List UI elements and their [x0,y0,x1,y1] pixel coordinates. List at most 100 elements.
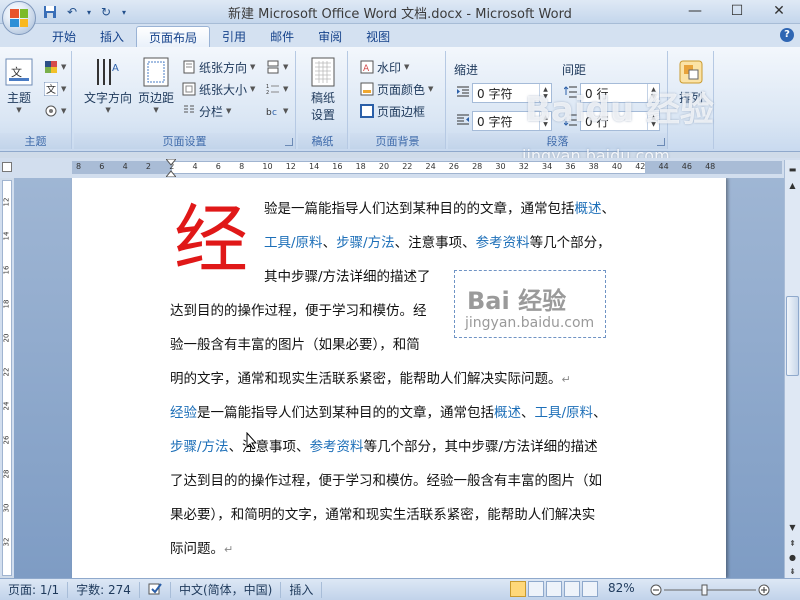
hyperlink[interactable]: 参考资料 [476,235,530,251]
tab-5[interactable]: 审阅 [306,26,354,48]
document-page[interactable]: 经 验是一篇能指导人们达到某种目的的文章，通常包括概述、 工具/原料、步骤/方法… [72,178,726,578]
page-setup-launcher-icon[interactable] [285,138,293,146]
tab-4[interactable]: 邮件 [258,26,306,48]
tab-2[interactable]: 页面布局 [136,26,211,48]
watermark-button[interactable]: A 水印 ▼ [360,57,409,77]
tab-6[interactable]: 视图 [354,26,402,48]
save-icon[interactable] [40,3,60,21]
space-after-input[interactable]: 0 行 ▲ ▼ [580,111,660,131]
language-indicator[interactable]: 中文(简体，中国) [171,581,282,598]
hyphenation-button[interactable]: b c ▼ [266,101,288,121]
paragraph-1-line-2[interactable]: 工具/原料、步骤/方法、注意事项、参考资料等几个部分， [264,226,611,260]
paragraph-2-line-3[interactable]: 了达到目的的操作过程，便于学习和模仿。经验一般含有丰富的图片（如 [170,464,602,498]
close-button[interactable]: ✕ [758,0,800,22]
page-indicator[interactable]: 页面: 1/1 [0,581,69,598]
indent-right-input[interactable]: 0 字符 ▲ ▼ [472,111,552,131]
space-after-spinner[interactable]: ▲ ▼ [647,112,659,130]
maximize-button[interactable]: ☐ [716,0,758,22]
columns-button[interactable]: 分栏 ▼ [182,101,231,121]
ruler-tick: 12 [2,197,11,207]
theme-effects-icon [45,105,57,117]
paragraph-1-line-3[interactable]: 其中步骤/方法详细的描述了 [264,260,431,294]
orientation-button[interactable]: 纸张方向 ▼ [182,57,255,77]
scroll-down-icon[interactable]: ▼ [786,520,799,534]
tab-0[interactable]: 开始 [40,26,88,48]
text-direction-button[interactable]: A 文字方向 ▼ [84,57,132,114]
redo-icon[interactable]: ↻ [96,3,116,21]
insert-mode-indicator[interactable]: 插入 [281,581,323,598]
hyperlink[interactable]: 步骤/方法 [336,235,395,251]
paragraph-1-line-1[interactable]: 验是一篇能指导人们达到某种目的的文章，通常包括概述、 [264,192,615,226]
hyperlink[interactable]: 参考资料 [310,439,364,455]
paragraph-1-line-5[interactable]: 验一般含有丰富的图片（如果必要），和简 [170,328,420,362]
indent-left-input[interactable]: 0 字符 ▲ ▼ [472,83,552,103]
customize-qat-icon[interactable]: ▾ [118,3,130,21]
theme-button[interactable]: 文 主题 ▼ [4,57,34,114]
theme-effects-button[interactable]: ▼ [44,101,66,121]
hyperlink[interactable]: 工具/原料 [264,235,323,251]
arrange-button[interactable]: 排列 [676,57,706,106]
proofing-icon[interactable] [140,581,171,598]
margins-button[interactable]: 页边距 ▼ [138,57,174,114]
line-numbers-button[interactable]: 1 2 ▼ [266,79,288,99]
select-browse-object-icon[interactable]: ● [786,550,799,564]
web-layout-view-icon[interactable] [546,581,562,597]
help-icon[interactable]: ? [780,28,794,42]
theme-fonts-button[interactable]: 文 ▼ [44,79,66,99]
split-icon[interactable]: ▬ [786,162,799,176]
print-layout-view-icon[interactable] [510,581,526,597]
page-color-button[interactable]: 页面颜色 ▼ [360,79,433,99]
hyperlink[interactable]: 工具/原料 [535,405,594,421]
indent-left-value: 0 字符 [477,86,513,101]
zoom-slider[interactable] [650,584,770,596]
horizontal-ruler[interactable]: 8 6 4 2 2 4 6 8 10 12 14 16 18 20 22 24 26 28 30 32 34 36 38 40… [0,158,800,178]
tab-selector-icon[interactable] [2,162,12,172]
theme-colors-button[interactable]: ▼ [44,57,66,77]
drop-cap[interactable]: 经 [174,200,248,280]
hyperlink[interactable]: 概述 [494,405,521,421]
manuscript-label-1: 稿纸 [310,91,335,105]
word-count[interactable]: 字数: 274 [68,581,140,598]
paragraph-2-line-4[interactable]: 果必要），和简明的文字，通常和现实生活联系紧密，能帮助人们解决实 [170,498,595,532]
text-direction-icon: A [93,57,123,87]
minimize-button[interactable]: — [674,0,716,22]
scroll-thumb[interactable] [786,296,799,376]
space-before-spinner[interactable]: ▲ ▼ [647,84,659,102]
scroll-up-icon[interactable]: ▲ [786,178,799,192]
breaks-button[interactable]: ▼ [266,57,288,77]
tab-3[interactable]: 引用 [210,26,258,48]
indent-left-icon [457,86,469,97]
hyperlink[interactable]: 经验 [170,405,197,421]
indent-left-spinner[interactable]: ▲ ▼ [539,84,551,102]
paper-size-button[interactable]: 纸张大小 ▼ [182,79,255,99]
vertical-scrollbar[interactable]: ▬ ▲ ▼ ⇞ ● ⇟ [784,160,800,578]
vertical-ruler[interactable]: 12 14 16 18 20 22 24 26 28 30 32 [0,180,14,576]
hyperlink[interactable]: 步骤/方法 [170,439,229,455]
paragraph-2-line-2[interactable]: 步骤/方法、注意事项、参考资料等几个部分，其中步骤/方法详细的描述 [170,430,598,464]
zoom-level[interactable]: 82% [608,581,635,595]
full-screen-reading-view-icon[interactable] [528,581,544,597]
view-buttons [510,581,598,597]
paragraph-1-line-4[interactable]: 达到目的的操作过程，便于学习和模仿。经 [170,294,427,328]
document-area[interactable]: 经 验是一篇能指导人们达到某种目的的文章，通常包括概述、 工具/原料、步骤/方法… [14,178,784,578]
paragraph-launcher-icon[interactable] [657,138,665,146]
ribbon: 文 主题 ▼ ▼ 文 ▼ ▼ 主题 A 文字方向 ▼ 页边距 ▼ 纸张方向 ▼ … [0,47,800,152]
inline-image[interactable]: Bai 经验 jingyan.baidu.com [454,270,606,338]
indent-right-spinner[interactable]: ▲ ▼ [539,112,551,130]
indent-marker-icon[interactable] [166,159,176,177]
paragraph-2-line-1[interactable]: 经验是一篇能指导人们达到某种目的的文章，通常包括概述、工具/原料、 [170,396,607,430]
paragraph-2-line-5[interactable]: 际问题。↵ [170,532,233,567]
hyperlink[interactable]: 概述 [575,201,602,217]
space-before-input[interactable]: 0 行 ▲ ▼ [580,83,660,103]
draft-view-icon[interactable] [582,581,598,597]
tab-1[interactable]: 插入 [88,26,136,48]
next-page-icon[interactable]: ⇟ [786,564,799,578]
paragraph-1-line-6[interactable]: 明的文字，通常和现实生活联系紧密，能帮助人们解决实际问题。↵ [170,362,571,397]
previous-page-icon[interactable]: ⇞ [786,536,799,550]
undo-dropdown-icon[interactable]: ▾ [84,3,94,21]
outline-view-icon[interactable] [564,581,580,597]
undo-icon[interactable]: ↶ [62,3,82,21]
page-border-button[interactable]: 页面边框 [360,101,425,121]
office-button[interactable] [2,1,36,35]
manuscript-settings-button[interactable]: 稿纸 设置 [308,57,338,123]
